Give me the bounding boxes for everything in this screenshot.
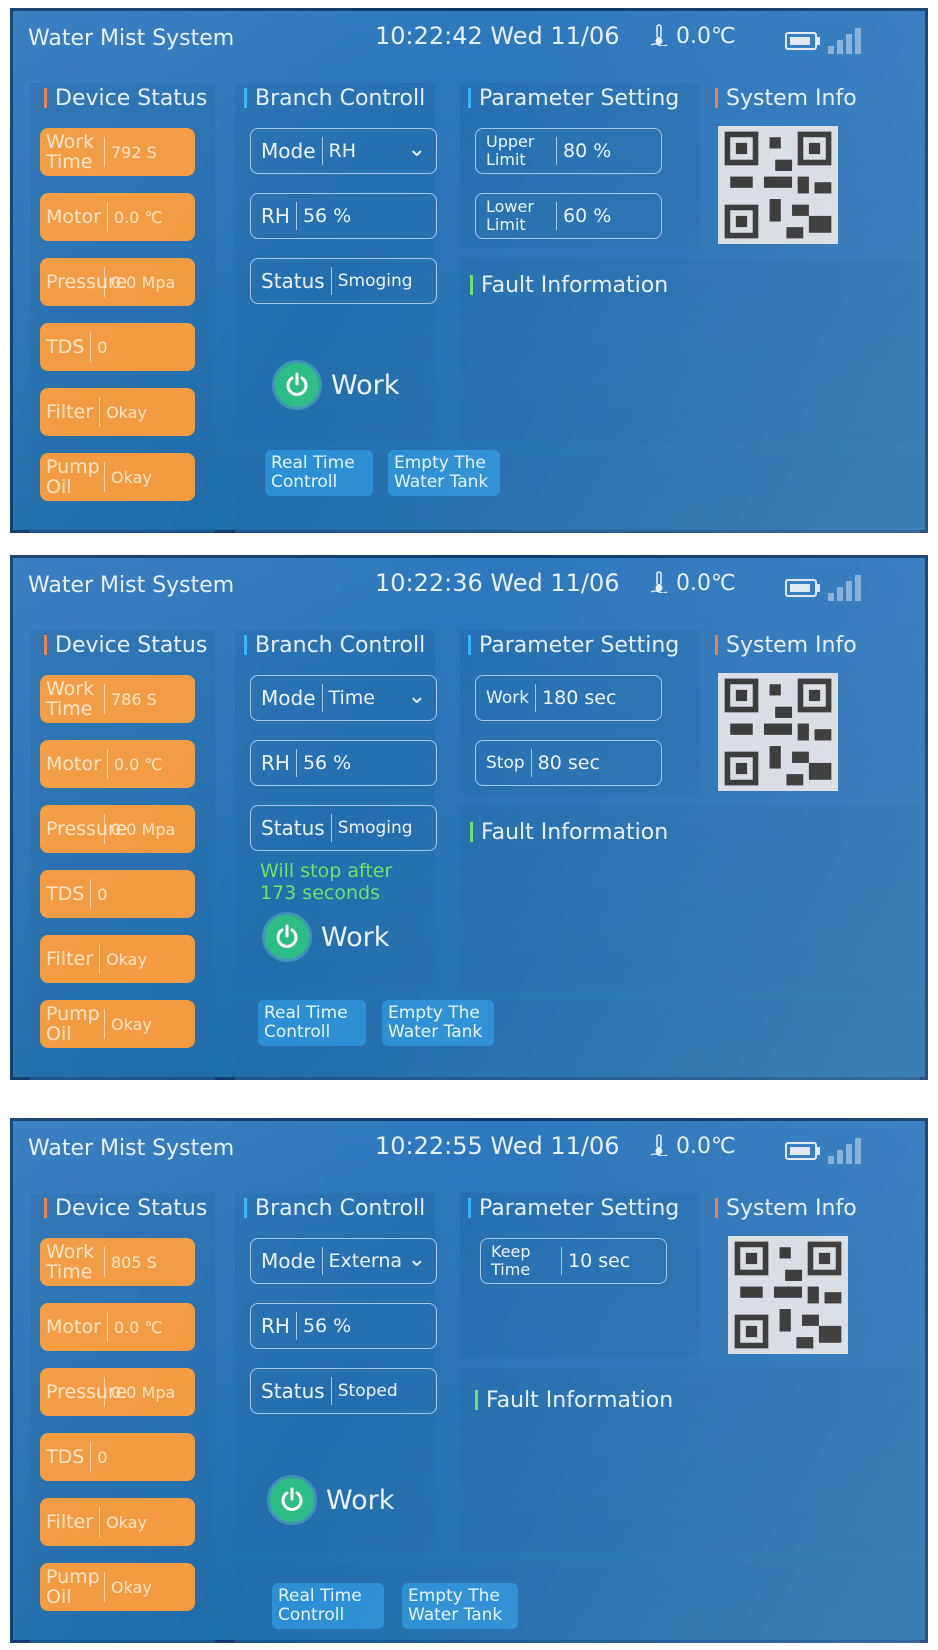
status-pump-oil: Pump Oil Okay [40, 453, 195, 501]
app-title: Water Mist System [28, 26, 235, 51]
fault-information-title: Fault Information [470, 820, 668, 845]
chevron-down-icon: ⌄ [407, 684, 426, 709]
thermometer-icon [650, 24, 668, 46]
top-bar: Water Mist System 10:22:55 Wed 11/06 0.0… [10, 1118, 928, 1178]
real-time-control-button[interactable]: Real Time Controll [272, 1583, 384, 1629]
empty-water-tank-button[interactable]: Empty The Water Tank [402, 1583, 518, 1629]
temperature-readout: 0.0℃ [650, 1134, 736, 1159]
status-work-time: Work Time 805 S [40, 1238, 195, 1286]
work-label: Work [326, 1484, 395, 1516]
status-pressure: Pressure 0.0 Mpa [40, 258, 195, 306]
qr-code [728, 1236, 848, 1354]
app-title: Water Mist System [28, 1136, 235, 1161]
app-title: Water Mist System [28, 573, 235, 598]
status-motor: Motor 0.0 ℃ [40, 740, 195, 788]
real-time-control-button[interactable]: Real Time Controll [258, 1000, 366, 1046]
work-button[interactable]: Work [275, 363, 399, 407]
temperature-readout: 0.0℃ [650, 24, 736, 49]
status-pump-oil: Pump Oil Okay [40, 1000, 195, 1048]
signal-icon [828, 24, 868, 54]
screen-3: Water Mist System 10:22:55 Wed 11/06 0.0… [10, 1118, 928, 1643]
device-status-title: Device Status [44, 633, 207, 658]
system-info-title: System Info [715, 1196, 857, 1221]
temperature-value: 0.0℃ [676, 24, 736, 49]
status-work-time: Work Time 792 S [40, 128, 195, 176]
mode-select[interactable]: Mode Externa ⌄ [250, 1238, 437, 1284]
mode-select[interactable]: Mode RH ⌄ [250, 128, 437, 174]
power-icon [275, 363, 319, 407]
countdown-message: Will stop after 173 seconds [260, 860, 393, 904]
work-label: Work [331, 369, 400, 401]
parameter-setting-title: Parameter Setting [468, 86, 679, 111]
rh-field: RH 56 % [250, 740, 437, 786]
qr-code [718, 673, 838, 791]
temperature-value: 0.0℃ [676, 1134, 736, 1159]
rh-field: RH 56 % [250, 193, 437, 239]
mode-select[interactable]: Mode Time ⌄ [250, 675, 437, 721]
system-info-title: System Info [715, 633, 857, 658]
status-pressure: Pressure 0.0 Mpa [40, 1368, 195, 1416]
status-filter: Filter Okay [40, 935, 195, 983]
signal-icon [828, 1134, 868, 1164]
thermometer-icon [650, 571, 668, 593]
param-lower-limit[interactable]: Lower Limit 60 % [475, 193, 662, 239]
power-icon [270, 1478, 314, 1522]
battery-icon [785, 579, 820, 597]
chevron-down-icon: ⌄ [407, 137, 426, 162]
temperature-value: 0.0℃ [676, 571, 736, 596]
top-bar: Water Mist System 10:22:42 Wed 11/06 0.0… [10, 8, 928, 68]
battery-icon [785, 1142, 820, 1160]
parameter-setting-title: Parameter Setting [468, 633, 679, 658]
fault-information-title: Fault Information [475, 1388, 673, 1413]
clock: 10:22:36 Wed 11/06 [375, 569, 620, 597]
work-label: Work [321, 921, 390, 953]
status-tds: TDS 0 [40, 1433, 195, 1481]
status-pressure: Pressure 0.0 Mpa [40, 805, 195, 853]
system-info-title: System Info [715, 86, 857, 111]
clock: 10:22:42 Wed 11/06 [375, 22, 620, 50]
status-field: Status Smoging [250, 258, 437, 304]
param-work[interactable]: Work 180 sec [475, 675, 662, 721]
status-filter: Filter Okay [40, 388, 195, 436]
status-filter: Filter Okay [40, 1498, 195, 1546]
status-field: Status Stoped [250, 1368, 437, 1414]
thermometer-icon [650, 1134, 668, 1156]
param-upper-limit[interactable]: Upper Limit 80 % [475, 128, 662, 174]
clock: 10:22:55 Wed 11/06 [375, 1132, 620, 1160]
param-stop[interactable]: Stop 80 sec [475, 740, 662, 786]
chevron-down-icon: ⌄ [407, 1247, 426, 1272]
param-keep-time[interactable]: Keep Time 10 sec [480, 1238, 667, 1284]
device-status-title: Device Status [44, 1196, 207, 1221]
branch-control-title: Branch Controll [244, 1196, 425, 1221]
work-button[interactable]: Work [265, 915, 389, 959]
work-button[interactable]: Work [270, 1478, 394, 1522]
fault-information-title: Fault Information [470, 273, 668, 298]
status-pump-oil: Pump Oil Okay [40, 1563, 195, 1611]
screen-2: Water Mist System 10:22:36 Wed 11/06 0.0… [10, 555, 928, 1080]
status-motor: Motor 0.0 ℃ [40, 193, 195, 241]
device-status-title: Device Status [44, 86, 207, 111]
temperature-readout: 0.0℃ [650, 571, 736, 596]
battery-icon [785, 32, 820, 50]
status-work-time: Work Time 786 S [40, 675, 195, 723]
rh-field: RH 56 % [250, 1303, 437, 1349]
branch-control-title: Branch Controll [244, 633, 425, 658]
empty-water-tank-button[interactable]: Empty The Water Tank [388, 450, 500, 496]
status-motor: Motor 0.0 ℃ [40, 1303, 195, 1351]
status-tds: TDS 0 [40, 323, 195, 371]
empty-water-tank-button[interactable]: Empty The Water Tank [382, 1000, 494, 1046]
status-field: Status Smoging [250, 805, 437, 851]
top-bar: Water Mist System 10:22:36 Wed 11/06 0.0… [10, 555, 928, 615]
branch-control-title: Branch Controll [244, 86, 425, 111]
screen-1: Water Mist System 10:22:42 Wed 11/06 0.0… [10, 8, 928, 533]
status-tds: TDS 0 [40, 870, 195, 918]
signal-icon [828, 571, 868, 601]
real-time-control-button[interactable]: Real Time Controll [265, 450, 373, 496]
parameter-setting-title: Parameter Setting [468, 1196, 679, 1221]
power-icon [265, 915, 309, 959]
qr-code [718, 126, 838, 244]
